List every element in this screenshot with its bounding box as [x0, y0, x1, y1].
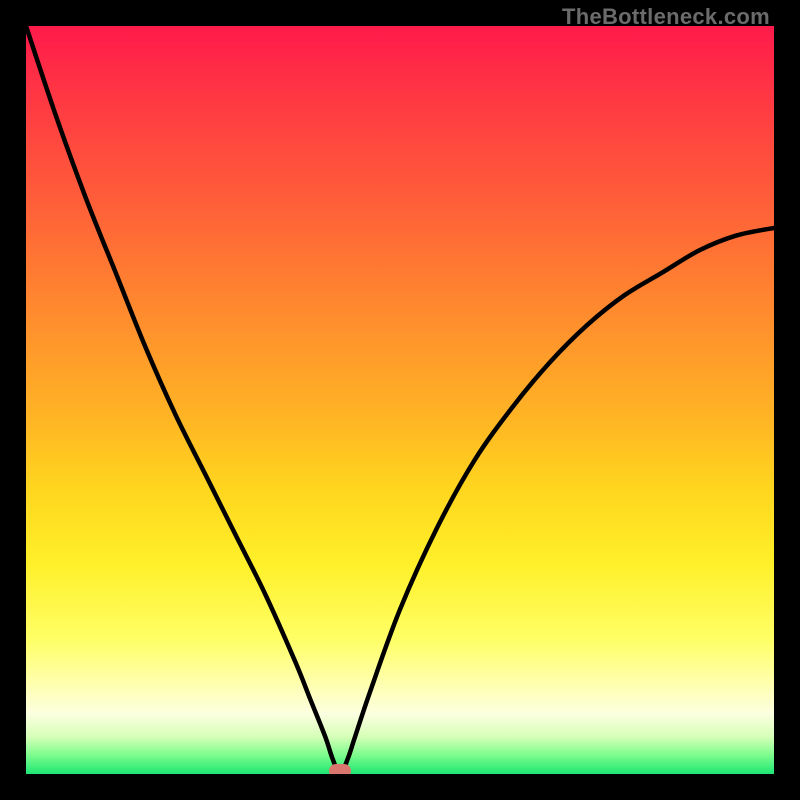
- chart-frame: TheBottleneck.com: [0, 0, 800, 800]
- watermark-text: TheBottleneck.com: [562, 4, 770, 30]
- minimum-marker: [329, 764, 351, 774]
- plot-area: [26, 26, 774, 774]
- bottleneck-curve: [26, 26, 774, 774]
